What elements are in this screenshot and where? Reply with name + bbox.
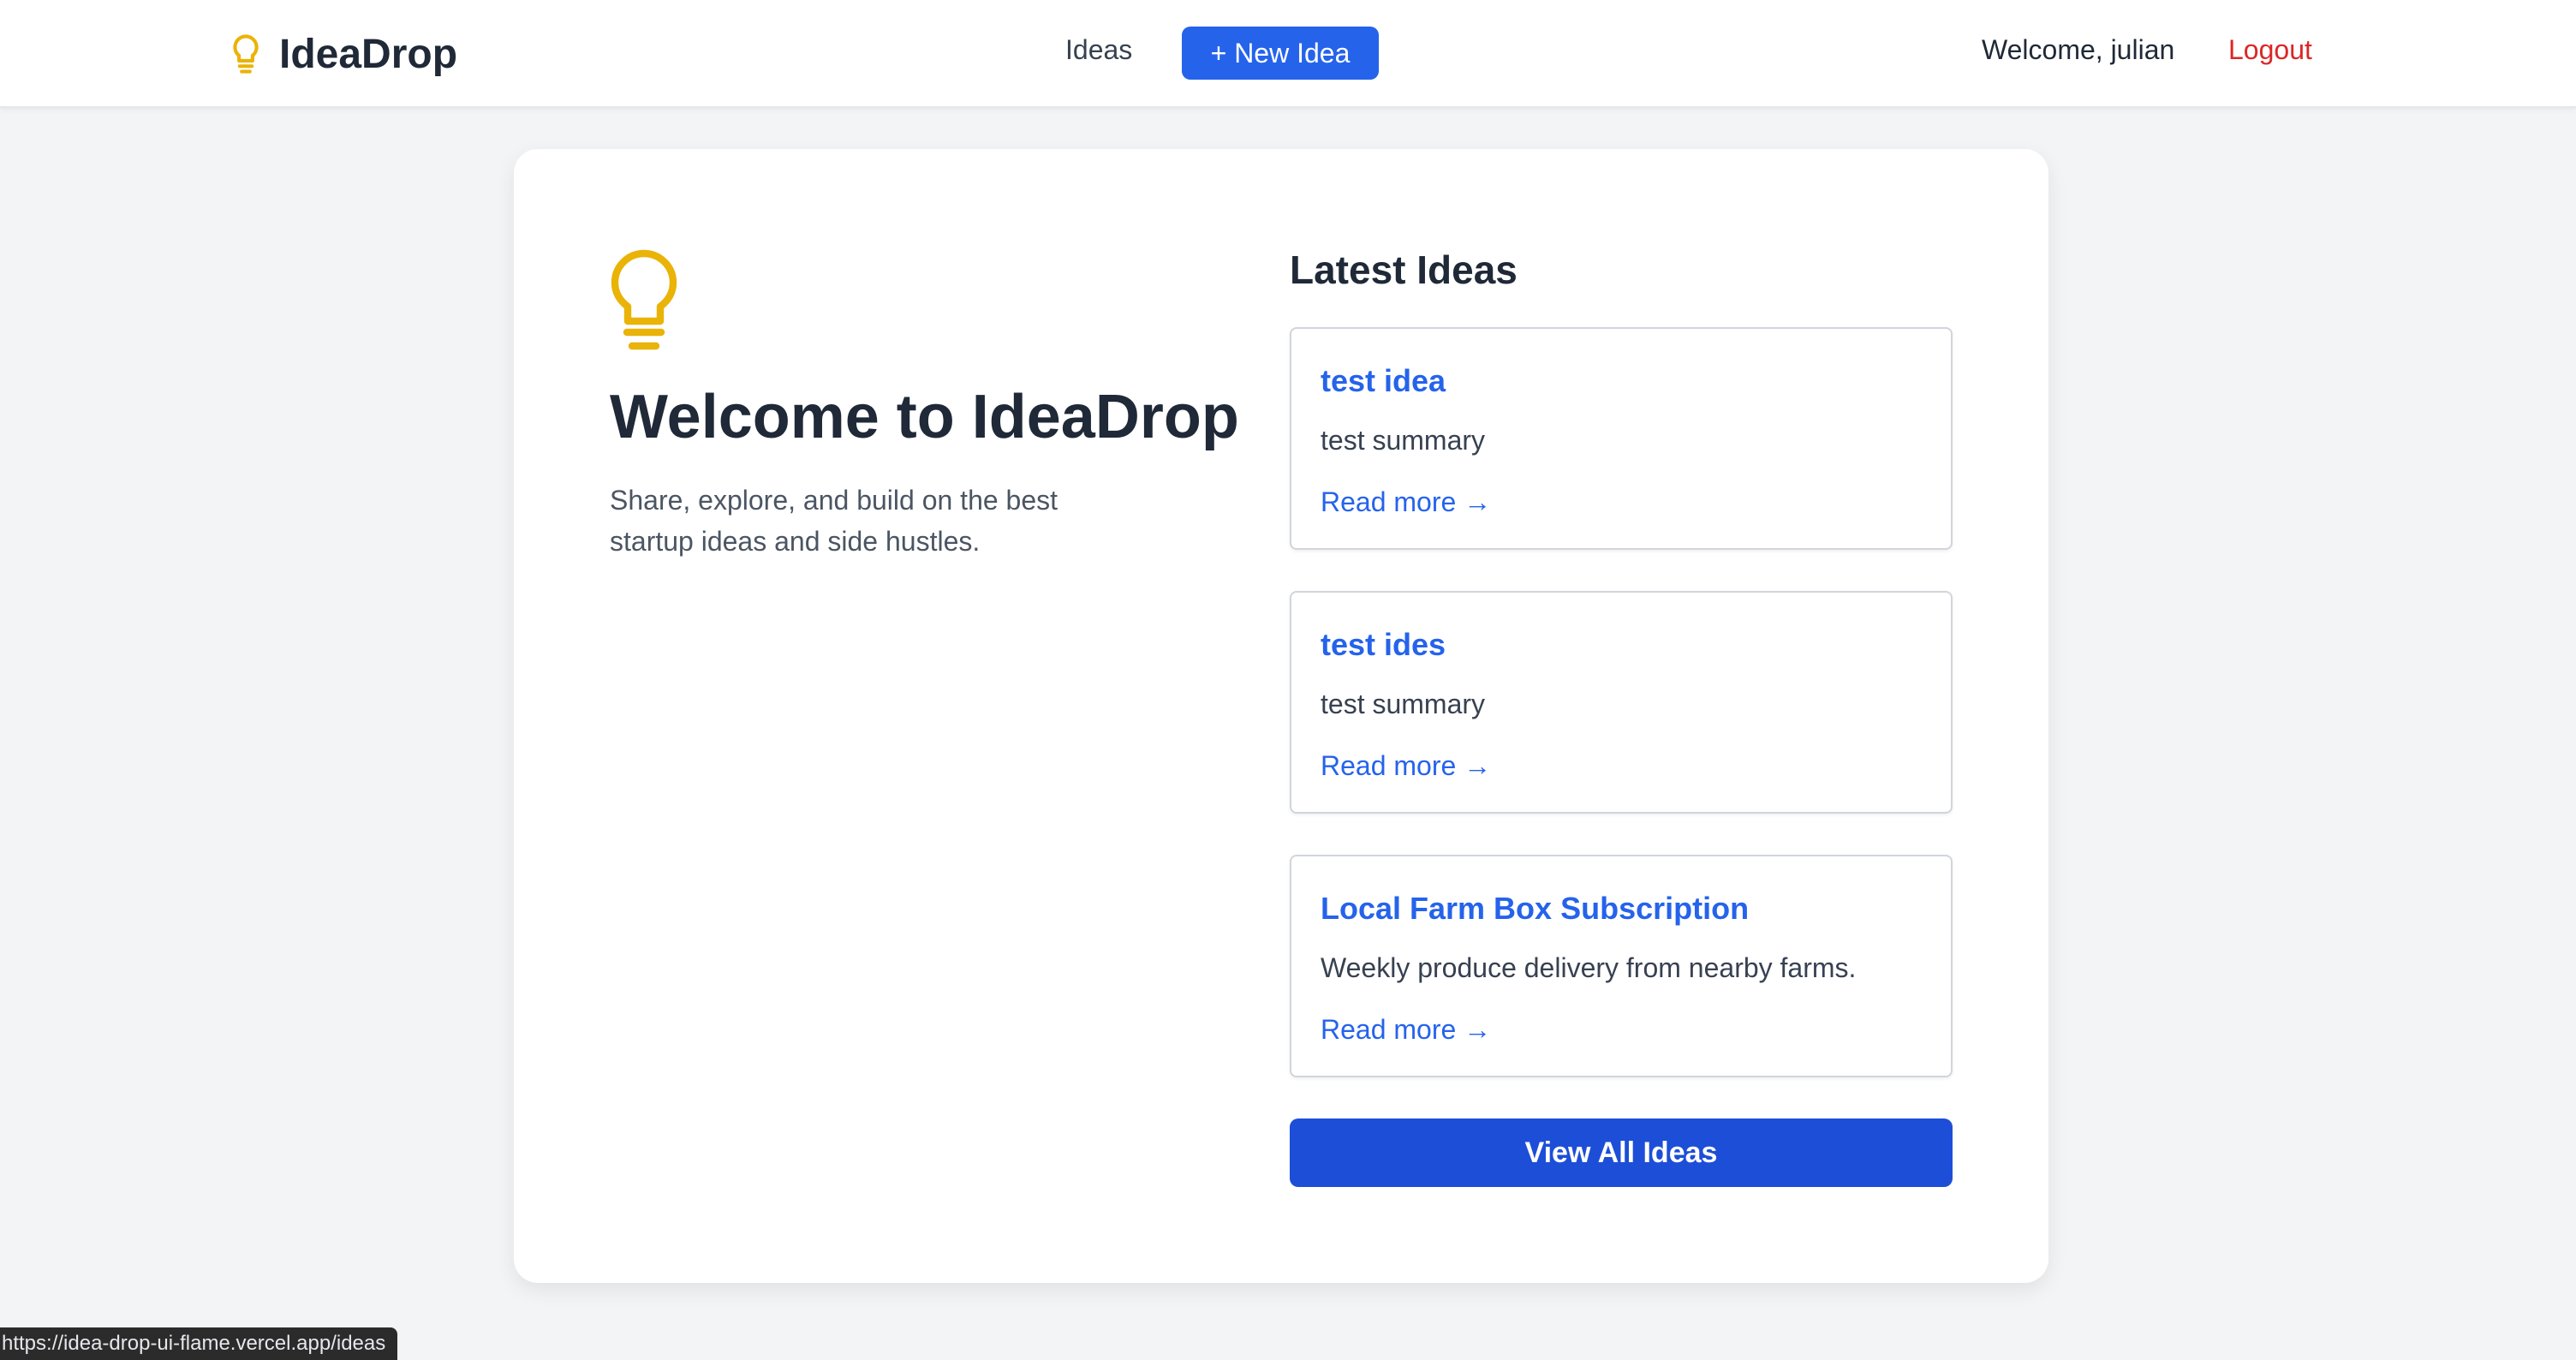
idea-card: test ides test summary Read more → — [1290, 591, 1953, 814]
brand-name: IdeaDrop — [279, 31, 458, 77]
idea-summary: test summary — [1321, 425, 1486, 456]
idea-card: Local Farm Box Subscription Weekly produ… — [1290, 855, 1953, 1077]
hero-description-line: Share, explore, and build on the best — [610, 485, 1058, 516]
brand-link[interactable]: IdeaDrop — [230, 29, 457, 79]
idea-summary: test summary — [1321, 689, 1486, 719]
read-more-link[interactable]: Read more → — [1321, 486, 1491, 518]
view-all-ideas-button[interactable]: View All Ideas — [1290, 1118, 1953, 1187]
hero-description-line: startup ideas and side hustles. — [610, 526, 981, 557]
lightbulb-icon — [233, 34, 259, 74]
idea-card: test idea test summary Read more → — [1290, 327, 1953, 550]
new-idea-button[interactable]: + New Idea — [1182, 27, 1379, 80]
welcome-user-text: Welcome, julian — [1982, 34, 2175, 65]
read-more-link[interactable]: Read more → — [1321, 1014, 1491, 1046]
idea-title-link[interactable]: test idea — [1321, 363, 1446, 399]
logout-link[interactable]: Logout — [2228, 34, 2312, 66]
status-bar-url: https://idea-drop-ui-flame.vercel.app/id… — [0, 1327, 398, 1360]
lightbulb-icon — [611, 249, 677, 350]
hero-description: Share, explore, and build on the best st… — [610, 480, 1124, 562]
read-more-link[interactable]: Read more → — [1321, 750, 1491, 782]
hero-title: Welcome to IdeaDrop — [610, 383, 1239, 451]
main-card: Welcome to IdeaDrop Share, explore, and … — [514, 149, 2048, 1283]
latest-ideas-heading: Latest Ideas — [1290, 248, 1518, 292]
nav-ideas-link[interactable]: Ideas — [1065, 34, 1132, 66]
top-navbar: IdeaDrop Ideas + New Idea Welcome, julia… — [0, 0, 2576, 108]
idea-summary: Weekly produce delivery from nearby farm… — [1321, 952, 1857, 983]
idea-title-link[interactable]: test ides — [1321, 627, 1446, 663]
idea-title-link[interactable]: Local Farm Box Subscription — [1321, 891, 1749, 927]
